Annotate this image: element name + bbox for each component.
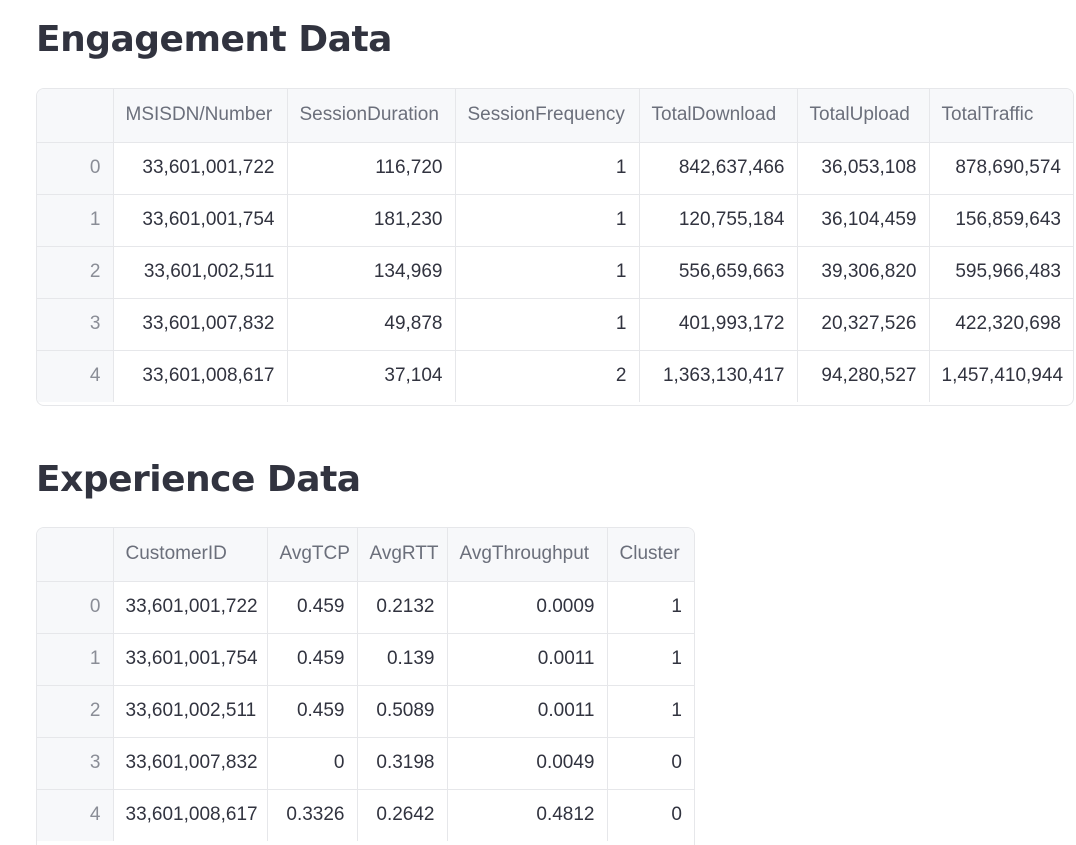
table-header-row: MSISDN/Number SessionDuration SessionFre… bbox=[37, 89, 1073, 143]
table-cell[interactable]: 2 bbox=[455, 350, 640, 402]
table-row: 4 33,601,008,617 37,104 2 1,363,130,417 … bbox=[37, 350, 1073, 402]
table-cell[interactable]: 36,104,459 bbox=[797, 194, 930, 247]
table-cell[interactable]: 156,859,643 bbox=[929, 194, 1073, 247]
row-index: 4 bbox=[37, 789, 114, 841]
table-cell[interactable]: 0.3326 bbox=[267, 789, 358, 841]
table-row: 1 33,601,001,754 0.459 0.139 0.0011 1 bbox=[37, 633, 694, 686]
table-cell[interactable]: 1 bbox=[607, 685, 694, 738]
experience-table-container[interactable]: CustomerID AvgTCP AvgRTT AvgThroughput C… bbox=[36, 527, 695, 845]
table-cell[interactable]: 878,690,574 bbox=[929, 142, 1073, 195]
table-cell[interactable]: 0.0011 bbox=[447, 633, 608, 686]
table-cell[interactable]: 401,993,172 bbox=[639, 298, 798, 351]
row-index: 2 bbox=[37, 685, 114, 738]
column-header-total-download[interactable]: TotalDownload bbox=[639, 89, 798, 143]
column-header-avg-throughput[interactable]: AvgThroughput bbox=[447, 528, 608, 582]
table-cell[interactable]: 181,230 bbox=[287, 194, 456, 247]
table-cell[interactable]: 116,720 bbox=[287, 142, 456, 195]
table-cell[interactable]: 0.0049 bbox=[447, 737, 608, 790]
column-header-msisdn[interactable]: MSISDN/Number bbox=[113, 89, 288, 143]
engagement-table: MSISDN/Number SessionDuration SessionFre… bbox=[37, 89, 1073, 402]
table-cell[interactable]: 1 bbox=[455, 142, 640, 195]
row-index: 1 bbox=[37, 194, 114, 247]
table-row: 3 33,601,007,832 49,878 1 401,993,172 20… bbox=[37, 298, 1073, 351]
table-cell[interactable]: 33,601,002,511 bbox=[113, 246, 288, 299]
index-header bbox=[37, 528, 114, 582]
table-cell[interactable]: 595,966,483 bbox=[929, 246, 1073, 299]
table-cell[interactable]: 33,601,001,754 bbox=[113, 633, 268, 686]
row-index: 3 bbox=[37, 298, 114, 351]
table-cell[interactable]: 33,601,007,832 bbox=[113, 298, 288, 351]
table-cell[interactable]: 1 bbox=[607, 633, 694, 686]
experience-title: Experience Data bbox=[36, 459, 361, 500]
table-cell[interactable]: 20,327,526 bbox=[797, 298, 930, 351]
table-cell[interactable]: 0.0011 bbox=[447, 685, 608, 738]
table-cell[interactable]: 36,053,108 bbox=[797, 142, 930, 195]
row-index: 2 bbox=[37, 246, 114, 299]
table-cell[interactable]: 0.459 bbox=[267, 581, 358, 634]
table-cell[interactable]: 33,601,001,754 bbox=[113, 194, 288, 247]
table-cell[interactable]: 0.2132 bbox=[357, 581, 448, 634]
column-header-cluster[interactable]: Cluster bbox=[607, 528, 694, 582]
table-header-row: CustomerID AvgTCP AvgRTT AvgThroughput C… bbox=[37, 528, 694, 582]
row-index: 0 bbox=[37, 142, 114, 195]
column-header-avg-tcp[interactable]: AvgTCP bbox=[267, 528, 358, 582]
table-row: 1 33,601,001,754 181,230 1 120,755,184 3… bbox=[37, 194, 1073, 247]
index-header bbox=[37, 89, 114, 143]
table-row: 0 33,601,001,722 116,720 1 842,637,466 3… bbox=[37, 142, 1073, 195]
table-cell[interactable]: 556,659,663 bbox=[639, 246, 798, 299]
table-cell[interactable]: 1 bbox=[455, 194, 640, 247]
table-cell[interactable]: 0.2642 bbox=[357, 789, 448, 841]
table-cell[interactable]: 33,601,008,617 bbox=[113, 350, 288, 402]
table-cell[interactable]: 33,601,007,832 bbox=[113, 737, 268, 790]
table-cell[interactable]: 0.139 bbox=[357, 633, 448, 686]
column-header-customer-id[interactable]: CustomerID bbox=[113, 528, 268, 582]
table-row: 0 33,601,001,722 0.459 0.2132 0.0009 1 bbox=[37, 581, 694, 634]
row-index: 4 bbox=[37, 350, 114, 402]
row-index: 1 bbox=[37, 633, 114, 686]
table-cell[interactable]: 842,637,466 bbox=[639, 142, 798, 195]
table-cell[interactable]: 1 bbox=[455, 246, 640, 299]
table-cell[interactable]: 0.459 bbox=[267, 633, 358, 686]
table-cell[interactable]: 0 bbox=[607, 789, 694, 841]
table-cell[interactable]: 1 bbox=[455, 298, 640, 351]
table-cell[interactable]: 1 bbox=[607, 581, 694, 634]
column-header-total-traffic[interactable]: TotalTraffic bbox=[929, 89, 1073, 143]
row-index: 3 bbox=[37, 737, 114, 790]
column-header-session-frequency[interactable]: SessionFrequency bbox=[455, 89, 640, 143]
table-cell[interactable]: 120,755,184 bbox=[639, 194, 798, 247]
table-cell[interactable]: 33,601,002,511 bbox=[113, 685, 268, 738]
table-cell[interactable]: 1,363,130,417 bbox=[639, 350, 798, 402]
table-cell[interactable]: 0.4812 bbox=[447, 789, 608, 841]
table-cell[interactable]: 0.0009 bbox=[447, 581, 608, 634]
table-row: 3 33,601,007,832 0 0.3198 0.0049 0 bbox=[37, 737, 694, 790]
table-cell[interactable]: 0 bbox=[607, 737, 694, 790]
table-cell[interactable]: 37,104 bbox=[287, 350, 456, 402]
column-header-avg-rtt[interactable]: AvgRTT bbox=[357, 528, 448, 582]
row-index: 0 bbox=[37, 581, 114, 634]
table-cell[interactable]: 0.459 bbox=[267, 685, 358, 738]
column-header-total-upload[interactable]: TotalUpload bbox=[797, 89, 930, 143]
table-cell[interactable]: 33,601,008,617 bbox=[113, 789, 268, 841]
table-cell[interactable]: 1,457,410,944 bbox=[929, 350, 1073, 402]
table-row: 2 33,601,002,511 0.459 0.5089 0.0011 1 bbox=[37, 685, 694, 738]
column-header-session-duration[interactable]: SessionDuration bbox=[287, 89, 456, 143]
table-cell[interactable]: 33,601,001,722 bbox=[113, 581, 268, 634]
experience-table: CustomerID AvgTCP AvgRTT AvgThroughput C… bbox=[37, 528, 694, 841]
table-cell[interactable]: 33,601,001,722 bbox=[113, 142, 288, 195]
table-row: 2 33,601,002,511 134,969 1 556,659,663 3… bbox=[37, 246, 1073, 299]
table-cell[interactable]: 94,280,527 bbox=[797, 350, 930, 402]
table-cell[interactable]: 0 bbox=[267, 737, 358, 790]
engagement-table-container[interactable]: MSISDN/Number SessionDuration SessionFre… bbox=[36, 88, 1074, 406]
table-cell[interactable]: 0.3198 bbox=[357, 737, 448, 790]
table-cell[interactable]: 39,306,820 bbox=[797, 246, 930, 299]
table-cell[interactable]: 0.5089 bbox=[357, 685, 448, 738]
engagement-title: Engagement Data bbox=[36, 19, 392, 60]
table-cell[interactable]: 49,878 bbox=[287, 298, 456, 351]
table-cell[interactable]: 134,969 bbox=[287, 246, 456, 299]
table-row: 4 33,601,008,617 0.3326 0.2642 0.4812 0 bbox=[37, 789, 694, 841]
table-cell[interactable]: 422,320,698 bbox=[929, 298, 1073, 351]
